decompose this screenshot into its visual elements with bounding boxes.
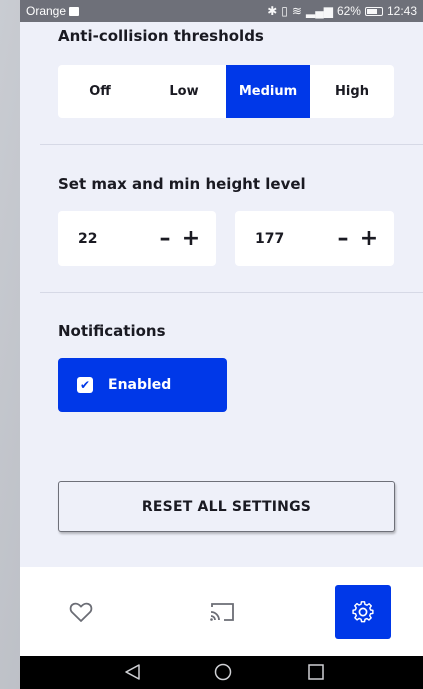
min-height-decrement-button[interactable]: – [152, 227, 178, 250]
max-height-value: 177 [255, 230, 285, 247]
status-left: Orange [26, 4, 80, 18]
recents-icon[interactable] [306, 662, 326, 682]
battery-percent: 62% [336, 4, 361, 18]
nav-settings[interactable] [335, 585, 391, 639]
max-height-stepper: 177 – + [235, 211, 394, 266]
min-height-value: 22 [78, 230, 98, 247]
home-icon[interactable] [213, 662, 233, 682]
wifi-icon: ≋ [291, 4, 302, 18]
phone-screen: Orange ✱ ▯ ≋ ▂▄▆ 62% 12:43 Anti-collisio… [20, 0, 423, 689]
signal-icon: ▂▄▆ [305, 4, 333, 18]
threshold-segmented-control: Off Low Medium High [58, 65, 394, 118]
threshold-medium[interactable]: Medium [226, 65, 310, 118]
height-title: Set max and min height level [58, 175, 306, 193]
sim-icon [69, 6, 80, 16]
threshold-off[interactable]: Off [58, 65, 142, 118]
checkbox-checked-icon: ✔ [77, 377, 93, 393]
heart-icon [69, 602, 93, 622]
notifications-toggle[interactable]: ✔ Enabled [58, 358, 227, 412]
divider [40, 144, 423, 145]
system-nav-bar [20, 656, 423, 689]
reset-all-settings-button[interactable]: RESET ALL SETTINGS [58, 481, 395, 532]
bluetooth-icon: ✱ [267, 4, 278, 18]
gear-icon [352, 601, 374, 623]
battery-icon [364, 6, 383, 16]
carrier-name: Orange [26, 4, 67, 18]
nav-cast[interactable] [194, 585, 250, 639]
back-icon[interactable] [123, 662, 143, 682]
clock: 12:43 [386, 4, 417, 18]
status-bar: Orange ✱ ▯ ≋ ▂▄▆ 62% 12:43 [20, 0, 423, 22]
max-height-decrement-button[interactable]: – [330, 227, 356, 250]
notifications-title: Notifications [58, 322, 166, 340]
max-height-increment-button[interactable]: + [356, 227, 382, 250]
notifications-toggle-label: Enabled [108, 377, 172, 393]
thresholds-title: Anti-collision thresholds [58, 27, 264, 45]
min-height-stepper: 22 – + [58, 211, 216, 266]
nav-favorites[interactable] [53, 585, 109, 639]
threshold-high[interactable]: High [310, 65, 394, 118]
vibrate-icon: ▯ [281, 4, 288, 18]
threshold-low[interactable]: Low [142, 65, 226, 118]
bottom-nav [20, 567, 423, 656]
min-height-increment-button[interactable]: + [178, 227, 204, 250]
divider [40, 292, 423, 293]
status-right: ✱ ▯ ≋ ▂▄▆ 62% 12:43 [267, 4, 417, 18]
cast-icon [210, 603, 234, 621]
